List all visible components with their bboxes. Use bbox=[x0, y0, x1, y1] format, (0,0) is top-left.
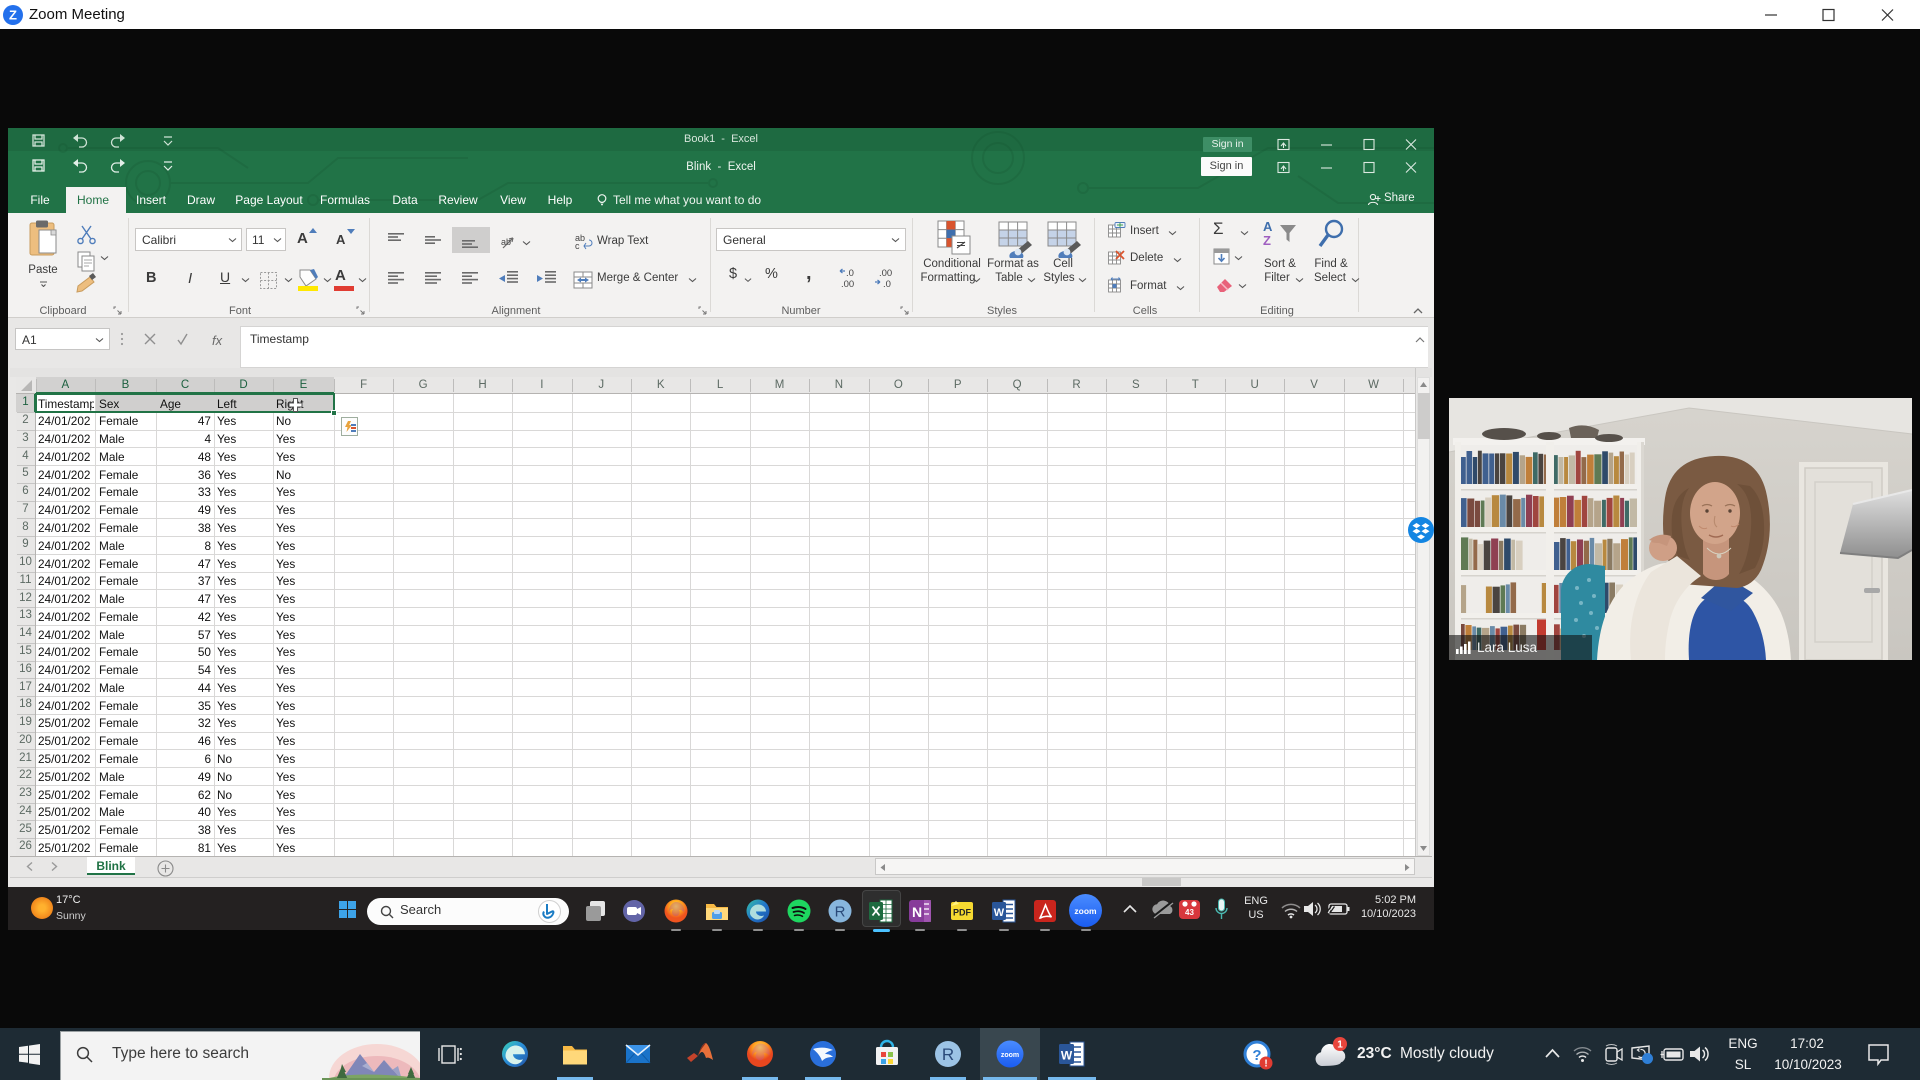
svg-text:Z: Z bbox=[9, 8, 17, 23]
svg-text:.0: .0 bbox=[883, 279, 891, 289]
svg-text:.0: .0 bbox=[846, 268, 854, 279]
svg-text:c: c bbox=[575, 241, 580, 250]
svg-text:R: R bbox=[835, 903, 846, 920]
svg-text:R: R bbox=[942, 1045, 954, 1064]
svg-text:zoom: zoom bbox=[1001, 1052, 1019, 1059]
svg-text:ab: ab bbox=[501, 237, 511, 247]
svg-text:zoom: zoom bbox=[1074, 906, 1097, 916]
svg-text:W: W bbox=[1061, 1049, 1073, 1063]
svg-text:A: A bbox=[1263, 219, 1273, 234]
svg-text:N: N bbox=[912, 904, 922, 920]
svg-text:W: W bbox=[994, 907, 1005, 919]
svg-text:.00: .00 bbox=[879, 268, 892, 279]
svg-text:.00: .00 bbox=[841, 279, 854, 289]
svg-text:1: 1 bbox=[1337, 1040, 1343, 1051]
svg-text:Z: Z bbox=[1263, 233, 1271, 247]
svg-text:PDF: PDF bbox=[953, 907, 972, 917]
svg-text:!: ! bbox=[1264, 1059, 1267, 1070]
svg-text:fx: fx bbox=[212, 333, 223, 346]
svg-text:43: 43 bbox=[1185, 908, 1194, 917]
